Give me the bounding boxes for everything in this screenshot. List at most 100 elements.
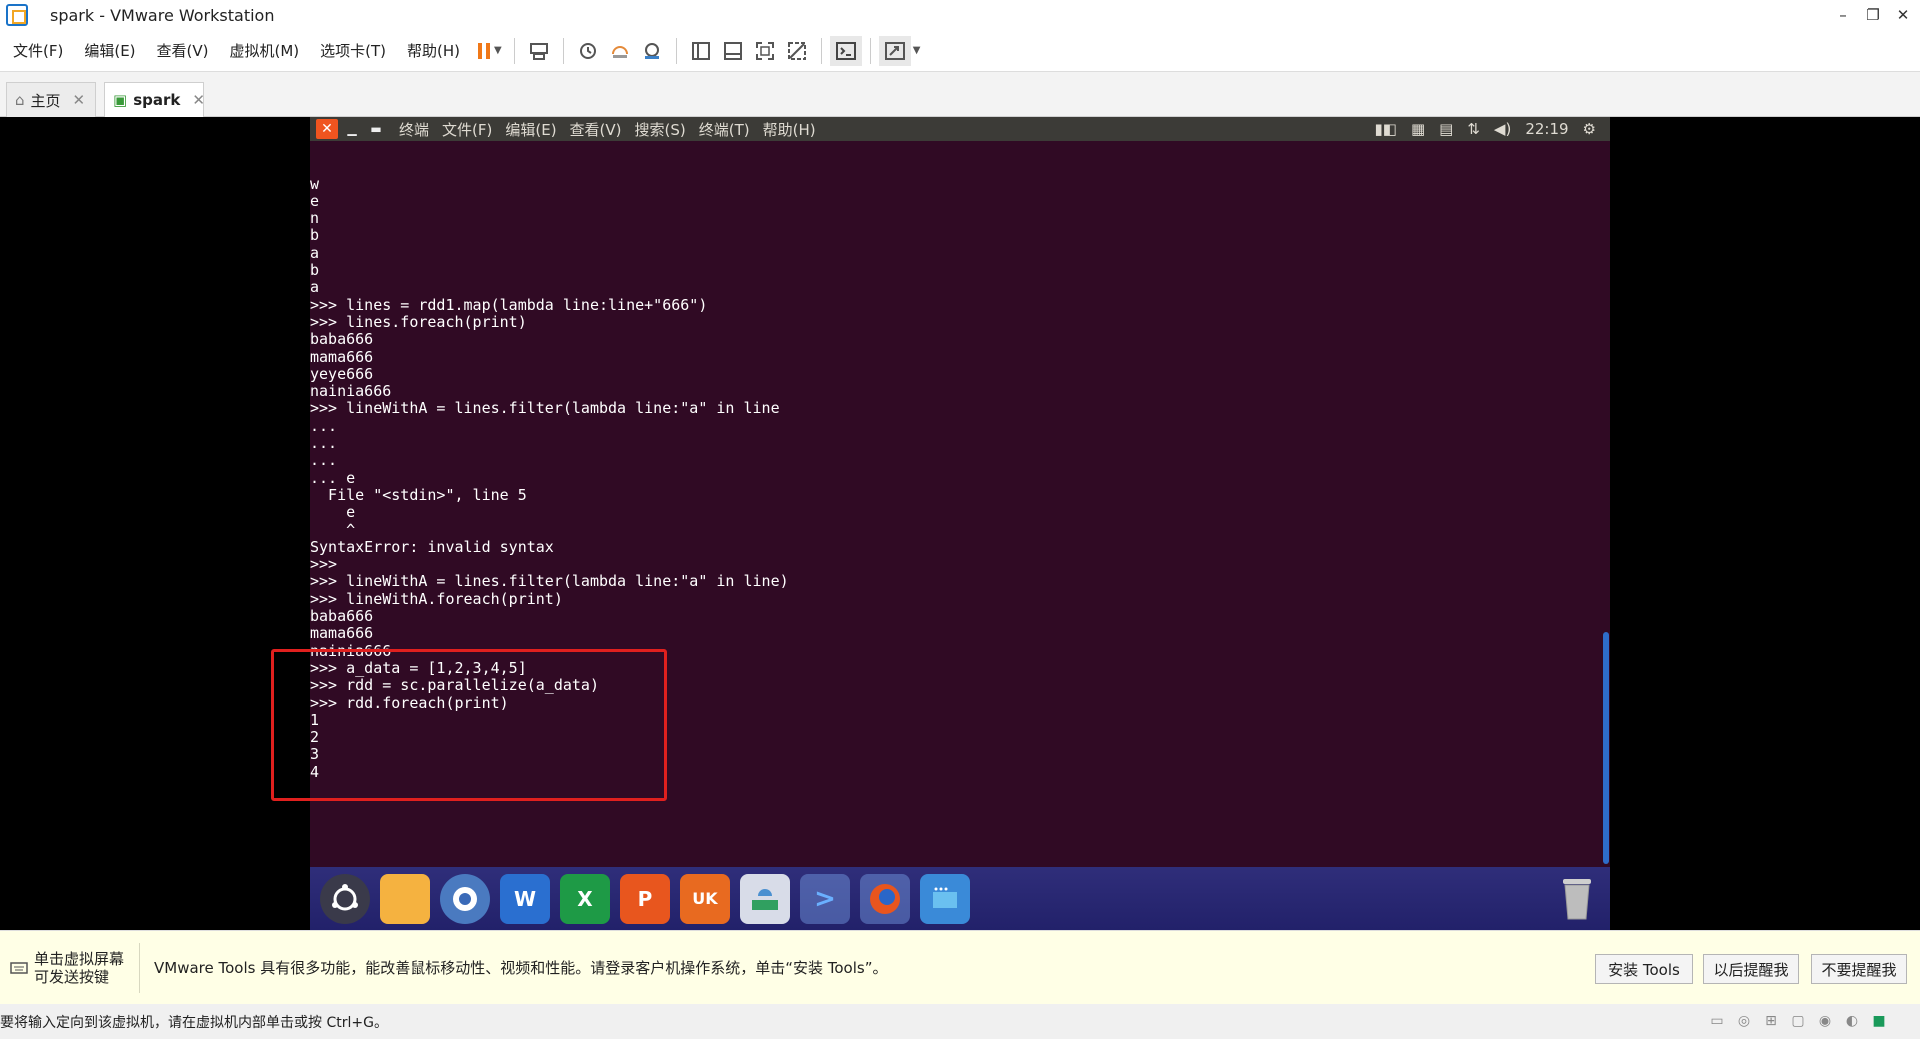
vm-icon: ▣ [113, 91, 128, 109]
menu-view[interactable]: 查看(V) [157, 40, 209, 61]
trash-icon[interactable] [1555, 873, 1599, 923]
tab-spark-label: spark [133, 91, 181, 109]
terminal-line: mama666 [310, 347, 374, 366]
close-button[interactable]: ✕ [1886, 0, 1920, 30]
revert-snapshot-icon[interactable] [604, 36, 636, 66]
terminal-line: ^ [310, 520, 356, 539]
files-icon[interactable] [380, 873, 430, 924]
menu-edit[interactable]: 编辑(E) [84, 40, 135, 61]
tab-home[interactable]: ⌂ 主页 ✕ [6, 82, 96, 117]
terminal-maximize-button[interactable]: ▬ [366, 122, 386, 136]
guest-screen[interactable]: ✕ ▁ ▬ 终端 文件(F) 编辑(E) 查看(V) 搜索(S) 终端(T) 帮… [271, 117, 1610, 930]
terminal-line: b [310, 261, 320, 280]
install-tools-button[interactable]: 安装 Tools [1595, 954, 1693, 984]
input-method-icon[interactable]: ▦ [1411, 120, 1425, 138]
terminal-line: ... [310, 416, 338, 435]
terminal-line: a [310, 278, 320, 297]
workspace-icon[interactable] [920, 873, 970, 924]
terminal-minimize-button[interactable]: ▁ [342, 122, 362, 136]
wps-spreadsheet-icon[interactable]: X [560, 873, 610, 924]
terminal-line: a [310, 243, 320, 262]
close-icon[interactable]: ✕ [73, 91, 86, 109]
menu-toolbar: 文件(F) 编辑(E) 查看(V) 虚拟机(M) 选项卡(T) 帮助(H) ▼ … [0, 30, 1920, 72]
gear-icon[interactable]: ⚙ [1583, 120, 1596, 138]
restore-button[interactable]: ❐ [1856, 0, 1890, 30]
terminal-output[interactable]: w e n b a b a >>> lines = rdd1.map(lambda line:… [310, 141, 1610, 781]
cd-rom-icon[interactable]: ◎ [1733, 1012, 1755, 1030]
fullscreen-icon[interactable] [749, 36, 781, 66]
device-status-icons: ▭ ◎ ⊞ ▢ ◉ ◐ ■ [1701, 1012, 1890, 1030]
close-icon[interactable]: ✕ [192, 91, 205, 109]
chromium-icon[interactable] [440, 873, 490, 924]
terminal-close-button[interactable]: ✕ [316, 119, 338, 139]
guest-menu-terminal[interactable]: 终端(T) [699, 119, 750, 140]
terminal-line: >>> lineWithA = lines.filter(lambda line… [310, 572, 789, 591]
snapshot-icon[interactable] [572, 36, 604, 66]
vm-display[interactable]: ✕ ▁ ▬ 终端 文件(F) 编辑(E) 查看(V) 搜索(S) 终端(T) 帮… [0, 117, 1920, 930]
guest-menu-file[interactable]: 文件(F) [442, 119, 492, 140]
toolbar-divider [869, 37, 871, 64]
terminal-line: baba666 [310, 607, 374, 626]
keyboard-indicator-icon[interactable]: ▮◧ [1375, 120, 1397, 138]
calendar-icon[interactable]: ▤ [1439, 120, 1453, 138]
terminal-line: >>> a_data = [1,2,3,4,5] [310, 658, 527, 677]
minimize-button[interactable]: – [1826, 0, 1860, 30]
terminal-lines: w e n b a b a >>> lines = rdd1.map(lambda line:… [310, 174, 1610, 781]
snapshot-manager-icon[interactable] [636, 36, 668, 66]
terminal-line: 4 [310, 762, 320, 781]
terminal-line: >>> rdd = sc.parallelize(a_data) [310, 676, 599, 695]
installer-icon[interactable] [740, 873, 790, 924]
guest-menu-edit[interactable]: 编辑(E) [505, 119, 556, 140]
network-adapter-icon[interactable]: ⊞ [1760, 1012, 1782, 1030]
status-bar: 要将输入定向到该虚拟机，请在虚拟机内部单击或按 Ctrl+G。 ▭ ◎ ⊞ ▢ … [0, 1004, 1920, 1039]
ubuntu-settings-icon[interactable] [320, 873, 370, 924]
terminal-line: >>> lineWithA.foreach(print) [310, 589, 563, 608]
send-ctrl-alt-del-icon[interactable] [523, 36, 555, 66]
stretch-display-icon[interactable] [878, 35, 911, 66]
clock[interactable]: 22:19 [1525, 120, 1568, 138]
unity-mode-icon[interactable] [781, 36, 813, 66]
usb-icon[interactable]: ▢ [1787, 1012, 1809, 1030]
guest-menu-terminal-app[interactable]: 终端 [399, 119, 429, 140]
console-view-icon[interactable] [717, 36, 749, 66]
terminal-line: ... e [310, 468, 356, 487]
terminal-line: e [310, 191, 320, 210]
terminal-line: >>> lines = rdd1.map(lambda line:line+"6… [310, 295, 708, 314]
guest-menu-help[interactable]: 帮助(H) [763, 119, 816, 140]
ubuntukylin-icon[interactable]: UK [680, 873, 730, 924]
toolbar-divider [562, 37, 564, 64]
never-remind-button[interactable]: 不要提醒我 [1811, 954, 1907, 984]
hard-disk-icon[interactable]: ▭ [1706, 1012, 1728, 1030]
status-text: 要将输入定向到该虚拟机，请在虚拟机内部单击或按 Ctrl+G。 [0, 1014, 388, 1031]
terminal-scrollbar[interactable] [1603, 632, 1609, 864]
chevron-down-icon[interactable]: ▼ [494, 45, 502, 56]
volume-icon[interactable]: ◀) [1494, 120, 1511, 138]
terminal-line: ... [310, 451, 338, 470]
remind-later-button[interactable]: 以后提醒我 [1703, 954, 1799, 984]
message-icon[interactable]: ■ [1868, 1012, 1890, 1030]
terminal-line: w [310, 174, 320, 193]
vmware-logo-icon [6, 4, 28, 26]
terminal-console-icon[interactable] [829, 35, 862, 66]
sound-icon[interactable]: ◉ [1814, 1012, 1836, 1030]
guest-menu-search[interactable]: 搜索(S) [635, 119, 686, 140]
terminal-line: SyntaxError: invalid syntax [310, 537, 554, 556]
terminal-line: >>> rdd.foreach(print) [310, 693, 509, 712]
wps-writer-icon[interactable]: W [500, 873, 550, 924]
terminal-line: nainia666 [310, 382, 392, 401]
terminal-icon[interactable]: > [800, 873, 850, 924]
wps-presentation-icon[interactable]: P [620, 873, 670, 924]
menu-vm[interactable]: 虚拟机(M) [230, 40, 300, 61]
menu-tabs[interactable]: 选项卡(T) [320, 40, 386, 61]
terminal-line: b [310, 226, 320, 245]
tab-spark[interactable]: ▣ spark ✕ [104, 82, 205, 117]
menu-file[interactable]: 文件(F) [13, 40, 63, 61]
chevron-down-icon[interactable]: ▼ [913, 45, 921, 56]
firefox-icon[interactable] [860, 873, 910, 924]
toolbar-divider [820, 37, 822, 64]
library-view-icon[interactable] [685, 36, 717, 66]
menu-help[interactable]: 帮助(H) [407, 40, 460, 61]
guest-menu-view[interactable]: 查看(V) [570, 119, 622, 140]
network-icon[interactable]: ⇅ [1467, 120, 1480, 138]
printer-icon[interactable]: ◐ [1841, 1012, 1863, 1030]
